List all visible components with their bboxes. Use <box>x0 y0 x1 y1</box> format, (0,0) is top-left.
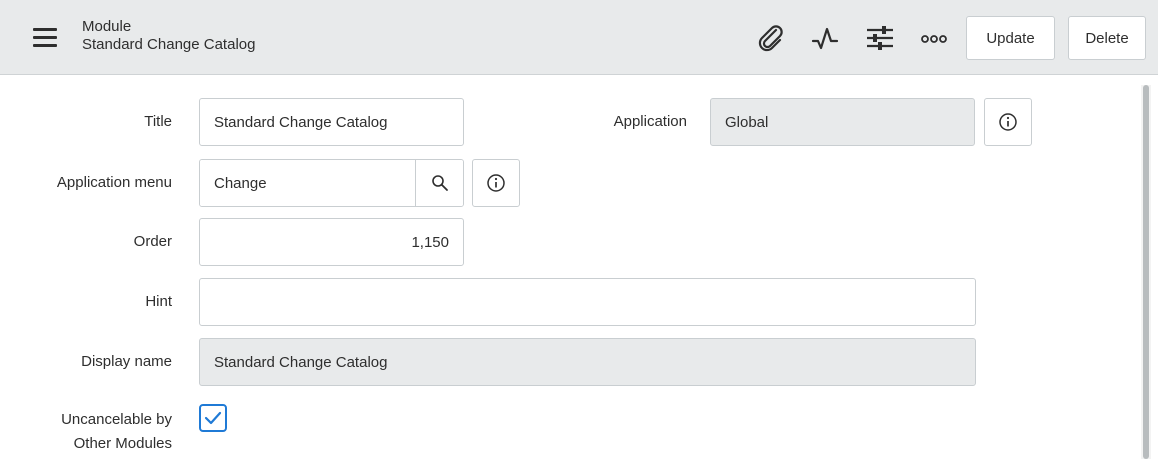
settings-icon[interactable] <box>865 24 895 54</box>
application-info-icon[interactable] <box>984 98 1032 146</box>
checkmark-icon <box>204 411 222 425</box>
title-input[interactable] <box>199 98 464 146</box>
update-button[interactable]: Update <box>966 16 1055 60</box>
form-header: Module Standard Change Catalog Update De… <box>0 0 1158 75</box>
vertical-scrollbar[interactable] <box>1141 85 1151 459</box>
application-menu-label: Application menu <box>56 174 172 191</box>
more-options-icon[interactable] <box>920 24 950 54</box>
search-icon[interactable] <box>415 160 463 206</box>
application-menu-reference <box>199 159 464 207</box>
hint-label: Hint <box>145 293 172 310</box>
application-label: Application <box>613 113 687 130</box>
application-field <box>710 98 975 146</box>
delete-button[interactable]: Delete <box>1068 16 1146 60</box>
record-type-title: Module <box>82 18 132 35</box>
uncancelable-label-line2: Other Modules <box>73 435 172 452</box>
uncancelable-checkbox[interactable] <box>199 404 227 432</box>
hint-input[interactable] <box>199 278 976 326</box>
attachment-icon[interactable] <box>756 24 786 54</box>
order-input[interactable] <box>199 218 464 266</box>
order-label: Order <box>133 233 172 250</box>
hamburger-menu-icon[interactable] <box>33 28 57 48</box>
uncancelable-label-line1: Uncancelable by <box>61 411 172 428</box>
display-name-field <box>199 338 976 386</box>
title-label: Title <box>144 113 172 130</box>
application-menu-input[interactable] <box>200 160 416 206</box>
activity-icon[interactable] <box>810 24 840 54</box>
scrollbar-thumb[interactable] <box>1143 85 1149 459</box>
record-name-subtitle: Standard Change Catalog <box>82 36 256 53</box>
display-name-label: Display name <box>81 353 172 370</box>
application-menu-info-icon[interactable] <box>472 159 520 207</box>
